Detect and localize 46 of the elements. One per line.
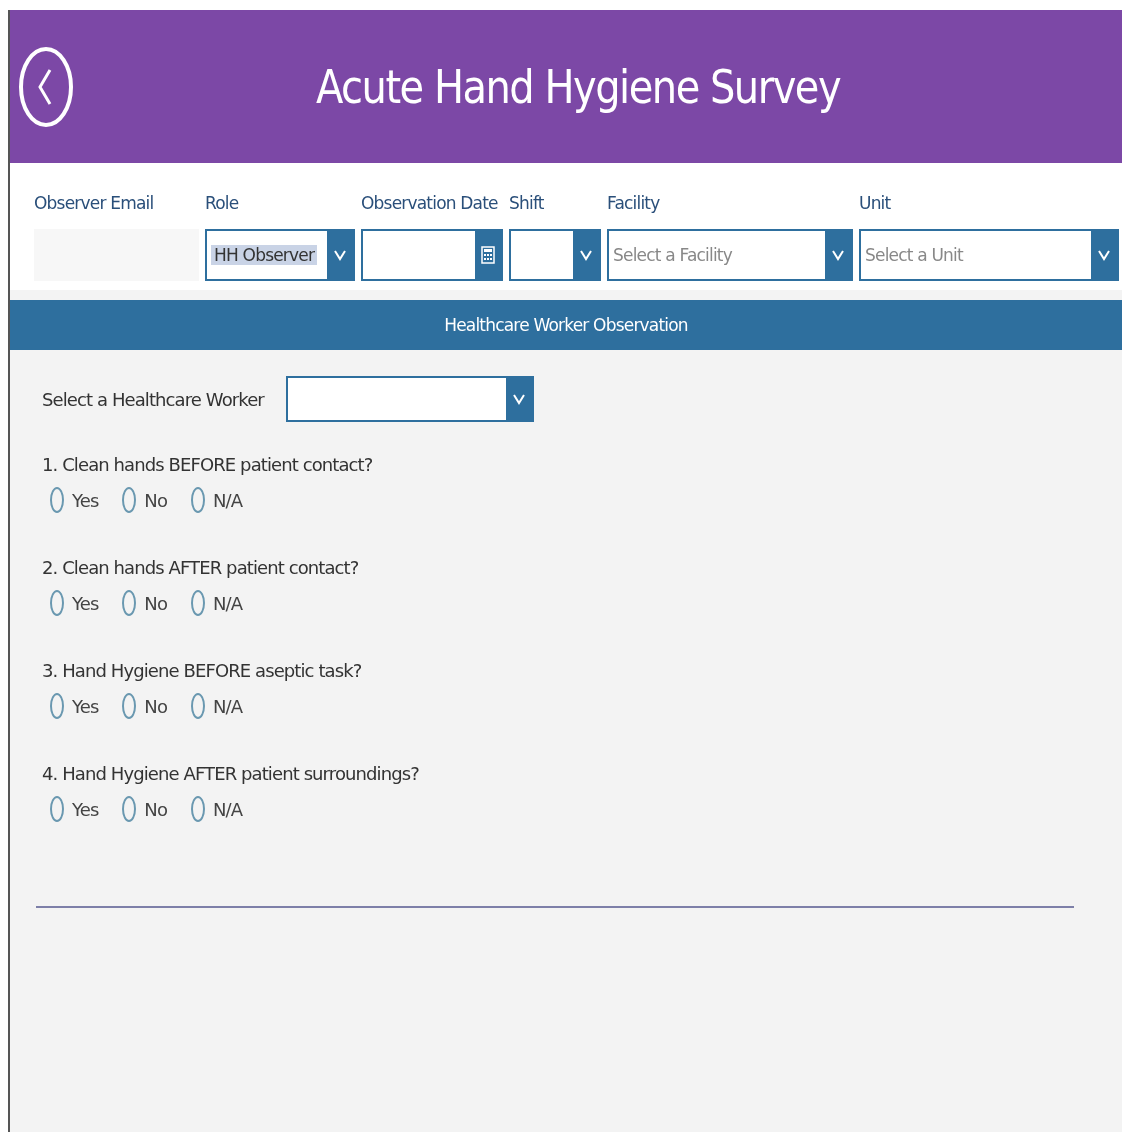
dropdown-field[interactable]: Select a Unit [859, 229, 1119, 281]
field-label: Unit [859, 193, 891, 215]
radio-option[interactable]: N/A [183, 693, 243, 719]
field-label: Shift [509, 193, 544, 215]
radio-option[interactable]: N/A [183, 590, 243, 616]
radio-option[interactable]: N/A [183, 796, 243, 822]
caret-icon [831, 249, 845, 261]
field-label: Observation Date [361, 193, 498, 215]
radio-option[interactable]: N/A [183, 487, 243, 513]
radio-option[interactable]: Yes [42, 487, 99, 513]
dropdown-button[interactable] [825, 231, 851, 279]
worker-dropdown[interactable] [285, 376, 534, 422]
question-text: 4. Hand Hygiene AFTER patient surroundings? [42, 763, 419, 784]
caret-icon [1097, 249, 1111, 261]
radio-option[interactable]: Yes [42, 590, 99, 616]
dropdown-field[interactable]: HH Observer [205, 229, 355, 281]
calendar-icon [481, 246, 495, 264]
radio-option[interactable]: No [114, 487, 168, 513]
field-label: Select a Healthcare Worker [42, 388, 264, 410]
field-label: Observer Email [34, 193, 154, 215]
caret-icon [579, 249, 593, 261]
page-title: Acute Hand Hygiene Survey [314, 60, 842, 113]
radio-option[interactable]: No [114, 693, 168, 719]
caret-icon [333, 249, 347, 261]
selected-value: HH Observer [211, 245, 318, 265]
field-label: Facility [607, 193, 660, 215]
radio-option[interactable]: Yes [42, 693, 99, 719]
caret-icon [511, 393, 526, 405]
question-text: 1. Clean hands BEFORE patient contact? [42, 454, 373, 475]
radio-option[interactable]: Yes [42, 796, 99, 822]
radio-option[interactable]: No [114, 590, 168, 616]
dropdown-field[interactable] [509, 229, 601, 281]
section-title: Healthcare Worker Observation [444, 315, 688, 335]
dropdown-button[interactable] [1091, 231, 1117, 279]
question-text: 3. Hand Hygiene BEFORE aseptic task? [42, 660, 362, 681]
dropdown-button[interactable] [327, 231, 353, 279]
question-text: 2. Clean hands AFTER patient contact? [42, 557, 359, 578]
placeholder-text: Select a Unit [865, 245, 963, 265]
dropdown-field[interactable]: Select a Facility [607, 229, 853, 281]
placeholder-text: Select a Facility [613, 245, 732, 265]
dropdown-button[interactable] [573, 231, 599, 279]
date-field[interactable] [361, 229, 503, 281]
field-label: Role [205, 193, 239, 215]
radio-option[interactable]: No [114, 796, 168, 822]
back-icon[interactable] [18, 45, 74, 128]
dropdown-button[interactable] [505, 378, 532, 420]
